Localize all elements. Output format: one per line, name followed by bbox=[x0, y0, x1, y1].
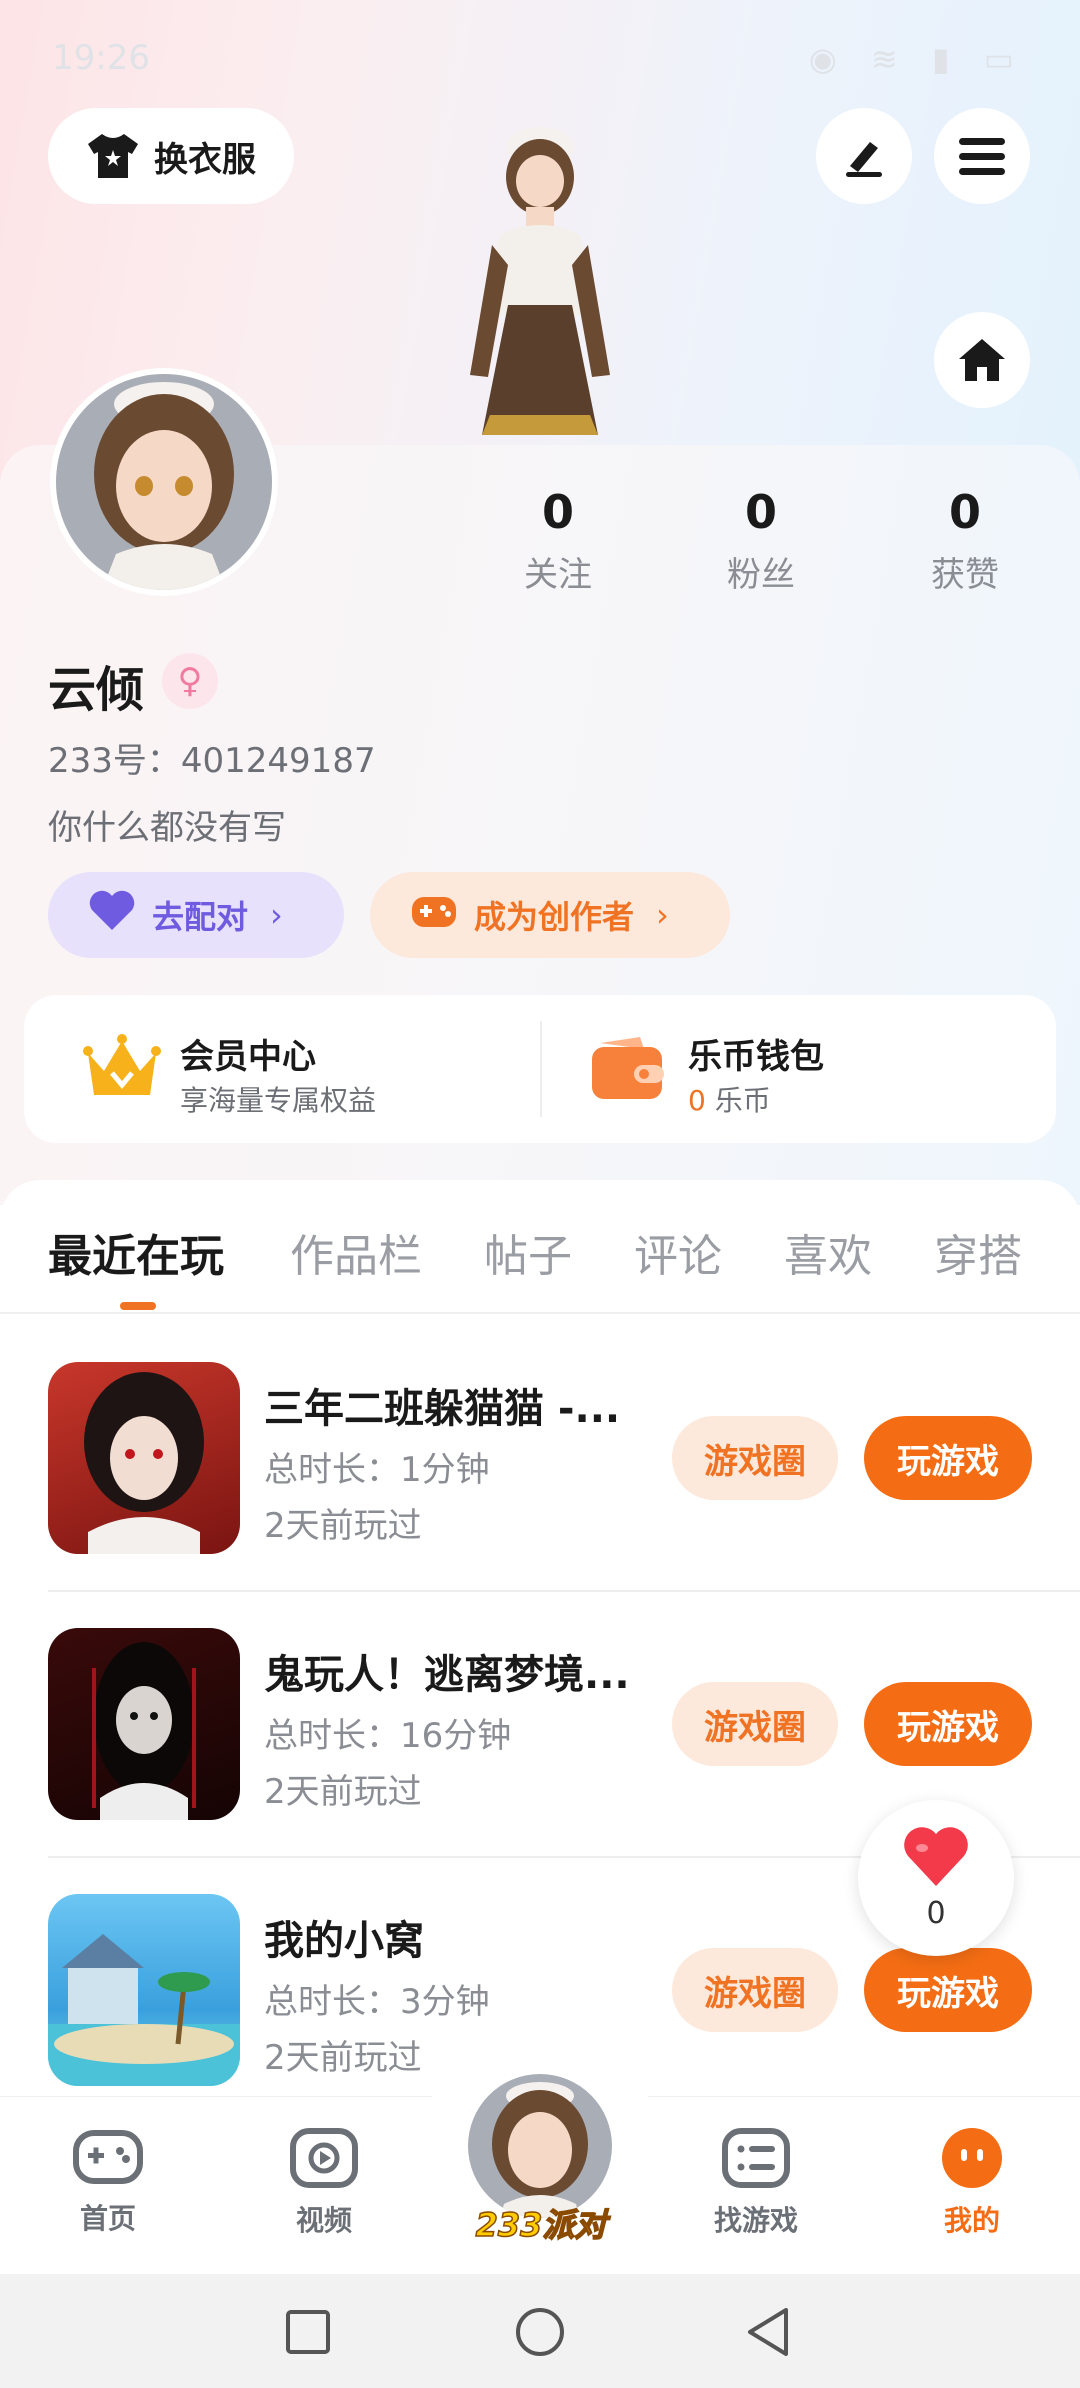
row-divider bbox=[48, 1590, 1080, 1592]
profile-uid: 233号：401249187 bbox=[48, 741, 376, 781]
game-icon bbox=[48, 1362, 240, 1554]
nav-find-game-label: 找游戏 bbox=[713, 2204, 798, 2237]
wallet-title: 乐币钱包 bbox=[688, 1037, 824, 1077]
game-name: 我的小窝 bbox=[264, 1918, 424, 1964]
game-last-played: 2天前玩过 bbox=[264, 1772, 422, 1812]
system-nav-bar bbox=[0, 2274, 1080, 2388]
tab-outfits[interactable]: 穿搭 bbox=[934, 1220, 1022, 1284]
tab-posts[interactable]: 帖子 bbox=[484, 1220, 572, 1284]
profile-name: 云倾 bbox=[48, 662, 145, 718]
game-row[interactable]: 三年二班躲猫猫 -... 总时长：1分钟 2天前玩过 游戏圈 玩游戏 bbox=[0, 1362, 1080, 1628]
vip-center-entry[interactable]: 会员中心 享海量专属权益 bbox=[24, 995, 540, 1143]
nav-party-label[interactable]: 233派对 bbox=[446, 2200, 636, 2246]
status-time: 19:26 bbox=[52, 38, 150, 78]
shirt-icon bbox=[86, 132, 140, 180]
tab-likes[interactable]: 喜欢 bbox=[784, 1220, 872, 1284]
status-icons: ◉ ≋ ▮ ▭ bbox=[808, 40, 1026, 78]
nav-party-avatar[interactable] bbox=[468, 2074, 612, 2218]
profile-tabs: 最近在玩 作品栏 帖子 评论 喜欢 穿搭 bbox=[0, 1180, 1080, 1310]
stat-likes[interactable]: 0 获赞 bbox=[885, 485, 1045, 596]
play-game-button[interactable]: 玩游戏 bbox=[864, 1948, 1032, 2032]
gamepad-icon bbox=[73, 2130, 143, 2184]
nav-video-label: 视频 bbox=[295, 2204, 352, 2237]
like-count: 0 bbox=[926, 1896, 946, 1931]
nav-home-label: 首页 bbox=[79, 2202, 136, 2235]
mine-face-icon bbox=[942, 2128, 1002, 2188]
game-circle-button[interactable]: 游戏圈 bbox=[672, 1682, 838, 1766]
creator-label: 成为创作者 bbox=[474, 898, 635, 936]
home-space-button[interactable] bbox=[934, 312, 1030, 408]
pen-icon bbox=[846, 142, 882, 177]
heart-icon bbox=[88, 890, 136, 940]
game-circle-button[interactable]: 游戏圈 bbox=[672, 1948, 838, 2032]
stat-followers-value: 0 bbox=[744, 485, 777, 539]
game-list-icon bbox=[722, 2128, 790, 2188]
menu-button[interactable] bbox=[934, 108, 1030, 204]
wallet-unit: 乐币 bbox=[714, 1084, 771, 1117]
game-circle-button[interactable]: 游戏圈 bbox=[672, 1416, 838, 1500]
stat-followers[interactable]: 0 粉丝 bbox=[681, 485, 841, 596]
game-duration: 总时长：16分钟 bbox=[264, 1716, 512, 1756]
stat-likes-value: 0 bbox=[948, 485, 981, 539]
nav-home[interactable]: 首页 bbox=[38, 2127, 178, 2237]
stat-following[interactable]: 0 关注 bbox=[478, 485, 638, 596]
status-bar: 19:26 ◉ ≋ ▮ ▭ bbox=[0, 0, 1080, 120]
change-outfit-button[interactable]: 换衣服 bbox=[48, 108, 294, 204]
chevron-right-icon: › bbox=[270, 896, 283, 934]
wallet-balance: 0 乐币 bbox=[688, 1079, 771, 1119]
stat-followers-label: 粉丝 bbox=[727, 555, 795, 595]
play-game-button[interactable]: 玩游戏 bbox=[864, 1682, 1032, 1766]
stat-following-label: 关注 bbox=[524, 555, 592, 595]
tab-recent-played[interactable]: 最近在玩 bbox=[48, 1220, 224, 1284]
profile-bio[interactable]: 你什么都没有写 bbox=[48, 800, 286, 849]
vip-subtitle: 享海量专属权益 bbox=[180, 1084, 377, 1117]
nav-video[interactable]: 视频 bbox=[254, 2127, 394, 2239]
vip-title: 会员中心 bbox=[180, 1037, 316, 1077]
wallet-icon bbox=[590, 1035, 666, 1105]
home-circle-icon[interactable] bbox=[514, 2306, 566, 2358]
avatar-3d-figure[interactable] bbox=[430, 115, 650, 445]
tab-comments[interactable]: 评论 bbox=[634, 1220, 722, 1284]
match-button[interactable]: 去配对 › bbox=[48, 872, 344, 958]
menu-icon bbox=[959, 138, 1005, 175]
nav-find-game[interactable]: 找游戏 bbox=[686, 2127, 826, 2239]
game-icon bbox=[48, 1628, 240, 1820]
gender-badge: ♀ bbox=[162, 653, 218, 709]
game-last-played: 2天前玩过 bbox=[264, 2038, 422, 2078]
game-last-played: 2天前玩过 bbox=[264, 1506, 422, 1546]
female-icon: ♀ bbox=[177, 661, 203, 701]
stat-likes-label: 获赞 bbox=[931, 555, 999, 595]
play-game-button[interactable]: 玩游戏 bbox=[864, 1416, 1032, 1500]
game-name: 三年二班躲猫猫 -... bbox=[264, 1386, 621, 1432]
vip-wallet-card: 会员中心 享海量专属权益 乐币钱包 0 乐币 bbox=[24, 995, 1056, 1143]
game-duration: 总时长：1分钟 bbox=[264, 1450, 490, 1490]
gamepad-icon bbox=[410, 891, 458, 939]
game-duration: 总时长：3分钟 bbox=[264, 1982, 490, 2022]
match-label: 去配对 bbox=[152, 898, 249, 936]
nav-mine-label: 我的 bbox=[943, 2204, 1000, 2237]
heart-icon bbox=[904, 1827, 968, 1886]
game-icon bbox=[48, 1894, 240, 2086]
edit-button[interactable] bbox=[816, 108, 912, 204]
chevron-right-icon: › bbox=[656, 896, 669, 934]
tab-works[interactable]: 作品栏 bbox=[290, 1220, 422, 1284]
stat-following-value: 0 bbox=[541, 485, 574, 539]
house-icon bbox=[959, 339, 1005, 381]
profile-avatar[interactable] bbox=[50, 368, 278, 596]
become-creator-button[interactable]: 成为创作者 › bbox=[370, 872, 730, 958]
nav-mine[interactable]: 我的 bbox=[902, 2127, 1042, 2239]
wallet-entry[interactable]: 乐币钱包 0 乐币 bbox=[542, 995, 1056, 1143]
wallet-amount: 0 bbox=[688, 1084, 706, 1117]
recent-apps-icon[interactable] bbox=[284, 2308, 332, 2356]
game-name: 鬼玩人！逃离梦境... bbox=[264, 1652, 630, 1698]
tab-active-indicator bbox=[120, 1302, 156, 1310]
like-floating-button[interactable]: 0 bbox=[858, 1800, 1014, 1956]
change-outfit-label: 换衣服 bbox=[154, 139, 256, 180]
crown-icon bbox=[82, 1033, 162, 1107]
back-icon[interactable] bbox=[744, 2306, 792, 2358]
tab-divider bbox=[0, 1312, 1080, 1314]
video-icon bbox=[290, 2128, 358, 2188]
